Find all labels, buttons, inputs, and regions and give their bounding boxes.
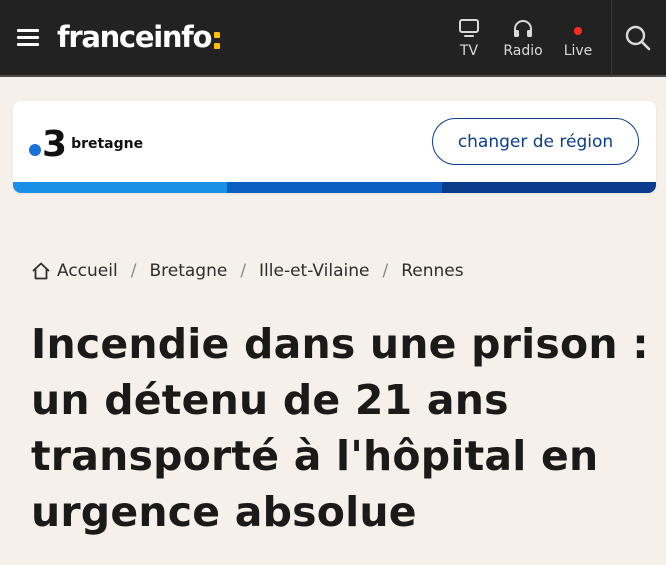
breadcrumb-item-rennes[interactable]: Rennes [401,261,463,281]
nav-live-label: Live [563,43,593,59]
top-header: franceinfo TV Radio Live [0,0,666,77]
nav-radio-label: Radio [503,43,543,59]
breadcrumb-separator: / [130,261,137,281]
search-icon[interactable] [624,24,652,52]
region-bar-segment [441,182,656,193]
tv-icon [456,16,482,40]
header-divider [611,0,612,77]
breadcrumb-separator: / [382,261,389,281]
breadcrumb-item-bretagne[interactable]: Bretagne [149,261,227,281]
franceinfo-logo[interactable]: franceinfo [57,17,221,57]
nav-tv-label: TV [459,43,479,59]
logo-text: franceinfo [57,20,212,54]
region-bar-segment [13,182,228,193]
france3-bretagne-logo[interactable]: 3 bretagne [29,127,143,163]
hamburger-menu-icon[interactable] [14,25,44,51]
breadcrumb-separator: / [240,261,247,281]
region-name: bretagne [71,136,144,152]
region-bar-segment [227,182,442,193]
nav-tv[interactable]: TV [456,16,482,64]
nav-live[interactable]: Live [561,16,595,64]
breadcrumb: Accueil / Bretagne / Ille-et-Vilaine / R… [31,258,464,284]
region-color-bar [13,182,656,193]
breadcrumb-item-accueil[interactable]: Accueil [57,261,118,281]
headphones-icon [510,16,536,40]
region-channel-number: 3 [42,124,67,165]
nav-radio[interactable]: Radio [500,16,546,64]
live-dot-icon [565,16,591,40]
region-dot-icon [29,144,41,156]
breadcrumb-item-ille-et-vilaine[interactable]: Ille-et-Vilaine [259,261,369,281]
region-banner: 3 bretagne changer de région [13,101,656,193]
logo-colon-icon [213,29,221,51]
home-icon[interactable] [31,261,51,281]
article-title: Incendie dans une prison : un détenu de … [31,320,649,536]
change-region-button[interactable]: changer de région [432,118,639,165]
